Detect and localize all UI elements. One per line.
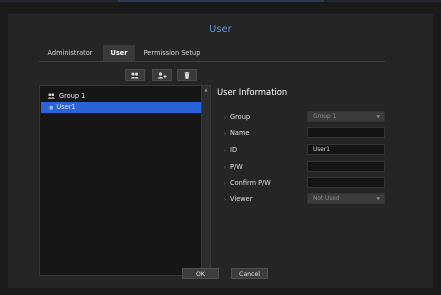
user-dialog: User Administrator User Permission Setup bbox=[8, 14, 433, 288]
bullet-icon: › bbox=[224, 181, 226, 187]
name-label: › Name bbox=[224, 129, 250, 137]
add-group-icon bbox=[130, 72, 139, 78]
chevron-down-icon: ▼ bbox=[376, 197, 380, 202]
delete-icon bbox=[184, 71, 190, 79]
group-label: › Group bbox=[224, 113, 251, 121]
delete-button[interactable] bbox=[177, 69, 197, 81]
add-group-button[interactable] bbox=[125, 69, 145, 81]
tab-user[interactable]: User bbox=[103, 45, 135, 61]
group-icon bbox=[47, 92, 55, 99]
id-label: › ID bbox=[224, 146, 238, 154]
ok-button[interactable]: OK bbox=[182, 268, 219, 279]
add-user-icon bbox=[157, 71, 167, 78]
id-field[interactable]: User1 bbox=[307, 144, 385, 155]
group-select[interactable]: Group 1 ▼ bbox=[307, 111, 385, 122]
bullet-icon: › bbox=[224, 148, 226, 154]
bullet-icon: › bbox=[224, 197, 226, 203]
top-accent-line bbox=[118, 0, 324, 2]
confirm-password-field[interactable] bbox=[307, 177, 385, 188]
cancel-button[interactable]: Cancel bbox=[231, 268, 268, 279]
viewer-select[interactable]: Not Used ▼ bbox=[307, 193, 385, 204]
tree-scrollbar[interactable]: ▲ ▼ bbox=[201, 86, 210, 275]
tab-administrator[interactable]: Administrator bbox=[39, 45, 101, 61]
password-field[interactable] bbox=[307, 161, 385, 172]
name-field[interactable] bbox=[307, 127, 385, 138]
bullet-icon: › bbox=[224, 115, 226, 121]
add-user-button[interactable] bbox=[152, 69, 172, 81]
bullet-icon: › bbox=[224, 131, 226, 137]
tab-permission-setup[interactable]: Permission Setup bbox=[138, 45, 206, 61]
tree-group-item[interactable]: Group 1 bbox=[47, 91, 85, 102]
password-label: › P/W bbox=[224, 163, 243, 171]
dialog-title: User bbox=[209, 24, 232, 35]
tree-group-label: Group 1 bbox=[59, 92, 86, 100]
tree-user-item[interactable]: ● User1 bbox=[41, 102, 205, 113]
chevron-down-icon: ▼ bbox=[376, 115, 380, 120]
bullet-icon: ● bbox=[49, 105, 54, 111]
confirm-password-label: › Confirm P/W bbox=[224, 179, 271, 187]
user-tree: Group 1 ●User1 ▲ ▼ bbox=[39, 85, 211, 276]
scroll-up-icon[interactable]: ▲ bbox=[203, 87, 209, 93]
tree-user-label: User1 bbox=[56, 103, 76, 111]
viewer-label: › Viewer bbox=[224, 195, 253, 203]
tab-divider bbox=[39, 61, 385, 62]
user-information-heading: User Information bbox=[217, 87, 288, 97]
bullet-icon: › bbox=[224, 165, 226, 171]
